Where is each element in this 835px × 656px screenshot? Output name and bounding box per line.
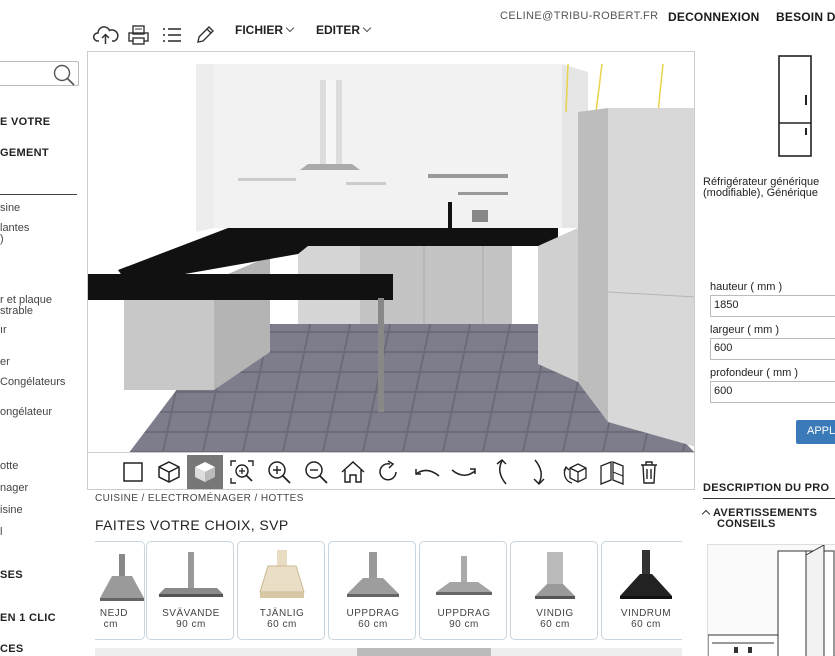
view-toolbar [87,453,695,490]
rotate-right-icon[interactable] [371,455,407,489]
apply-button[interactable]: APPL [796,420,835,444]
product-card[interactable]: VINDRUM 60 cm [601,541,682,640]
warnings-toggle[interactable]: AVERTISSEMENTS CONSEILS [701,508,817,530]
product-size: 90 cm [176,619,206,630]
hood-image [159,552,223,597]
divider [703,498,835,499]
description-heading[interactable]: DESCRIPTION DU PRO [703,482,829,494]
properties-panel: Réfrigérateur générique (modifiable), Gé… [700,50,835,656]
scrollbar-thumb[interactable] [357,648,491,656]
sidebar-item[interactable]: ) [0,234,4,245]
product-size: 60 cm [267,619,297,630]
zoom-out-icon[interactable] [298,455,334,489]
product-size: 60 cm [540,619,570,630]
zoom-fit-icon[interactable] [224,455,260,489]
flip-icon[interactable] [594,455,630,489]
product-size: 60 cm [358,619,388,630]
sidebar-item[interactable]: Congélateurs [0,377,65,388]
zoom-in-icon[interactable] [261,455,297,489]
hood-image [535,552,575,599]
product-name: VINDIG [536,608,574,619]
sidebar-heading[interactable]: SES [0,569,23,581]
product-name: UPPDRAG [437,608,491,619]
product-card[interactable]: TJÄNLIG 60 cm [237,541,325,640]
horizontal-scrollbar[interactable] [95,648,682,656]
logout-link[interactable]: DECONNEXION [668,10,760,24]
product-size: cm [103,619,118,630]
fridge-diagram-image [707,544,835,656]
menu-editer[interactable]: EDITER [316,23,372,37]
tilt-down-icon[interactable] [521,455,557,489]
product-name: TJÄNLIG [259,608,305,619]
sidebar-heading[interactable]: CES [0,643,24,655]
hood-image [259,550,305,598]
sidebar-item[interactable]: ır [0,325,7,336]
list-icon[interactable] [158,22,186,48]
sidebar-item[interactable]: l [0,527,2,538]
sidebar-item[interactable]: lantes [0,223,29,234]
product-name: SVÄVANDE [162,608,220,619]
rotate-object-icon[interactable] [558,455,594,489]
product-name: NEJD [99,608,128,619]
tilt-up-icon[interactable] [484,455,520,489]
menu-fichier[interactable]: FICHIER [235,23,295,37]
product-name: VINDRUM [620,608,672,619]
sidebar-heading[interactable]: EN 1 CLIC [0,612,56,624]
product-card[interactable]: UPPDRAG 60 cm [328,541,416,640]
height-field[interactable]: 1850 [710,295,835,317]
sidebar-item[interactable]: er [0,357,10,368]
sidebar-item[interactable]: sine [0,203,20,214]
product-card[interactable]: SVÄVANDE 90 cm [146,541,234,640]
divider [0,194,77,195]
cube-outline-icon[interactable] [151,455,187,489]
user-email: CELINE@TRIBU-ROBERT.FR [500,10,659,22]
sidebar-item[interactable]: ongélateur [0,407,52,418]
chevron-up-icon [701,509,711,519]
sidebar-item[interactable]: isine [0,505,23,516]
product-card[interactable]: UPPDRAG 90 cm [419,541,507,640]
orbit-right-icon[interactable] [446,455,482,489]
kitchen-3d-scene[interactable] [88,52,695,453]
sidebar-heading[interactable]: GEMENT [0,147,49,159]
cube-3d-icon[interactable] [187,455,223,489]
left-sidebar: E VOTRE GEMENT sine lantes ) r et plaque… [0,50,80,656]
depth-field[interactable]: 600 [710,381,835,403]
sidebar-item[interactable]: strable [0,306,33,317]
orbit-left-icon[interactable] [409,455,445,489]
product-card[interactable]: VINDIG 60 cm [510,541,598,640]
height-label: hauteur ( mm ) [710,281,783,293]
product-name: UPPDRAG [346,608,400,619]
square-view-icon[interactable] [115,455,151,489]
product-size: 90 cm [449,619,479,630]
sidebar-item[interactable]: nager [0,483,28,494]
hood-image [347,552,399,597]
help-link[interactable]: BESOIN D [776,10,835,24]
home-icon[interactable] [335,455,371,489]
top-header: FICHIER EDITER CELINE@TRIBU-ROBERT.FR DE… [0,0,835,50]
trash-icon[interactable] [631,455,667,489]
catalogue-title: FAITES VOTRE CHOIX, SVP [95,517,289,533]
hood-image [436,556,492,595]
product-carousel[interactable]: NEJD cm SVÄVANDE 90 cm TJÄNLIG 60 cm UPP… [95,541,682,641]
depth-label: profondeur ( mm ) [710,367,799,379]
sidebar-item[interactable]: otte [0,461,18,472]
product-size: 60 cm [631,619,661,630]
breadcrumb[interactable]: CUISINE / ELECTROMÉNAGER / HOTTES [95,493,304,504]
item-name: Réfrigérateur générique (modifiable), Gé… [703,176,820,199]
search-icon[interactable] [52,63,76,92]
product-card[interactable]: NEJD cm [95,541,145,640]
sidebar-heading[interactable]: E VOTRE [0,116,50,128]
pencil-icon[interactable] [191,22,219,48]
3d-viewport[interactable] [87,51,695,453]
hood-image [100,554,144,601]
chevron-down-icon [362,23,372,33]
fridge-icon [778,55,812,164]
print-icon[interactable] [125,22,153,48]
hood-image [620,550,672,599]
width-label: largeur ( mm ) [710,324,780,336]
chevron-down-icon [285,23,295,33]
width-field[interactable]: 600 [710,338,835,360]
cloud-upload-icon[interactable] [92,22,120,48]
